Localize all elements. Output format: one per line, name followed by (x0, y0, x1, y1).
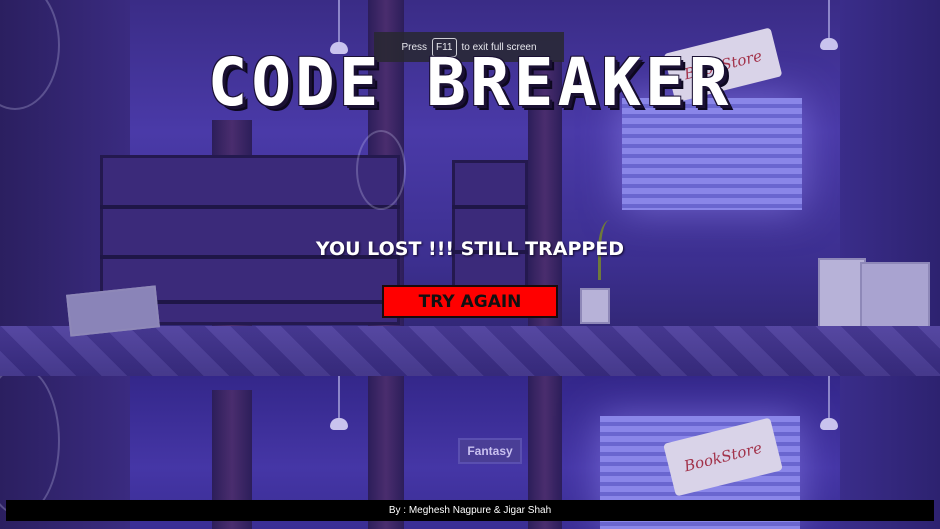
credits-footer: By : Meghesh Nagpure & Jigar Shah (6, 500, 934, 521)
fantasy-shelf-label: Fantasy (458, 438, 522, 464)
game-title: CODE BREAKER (207, 44, 733, 121)
try-again-button[interactable]: TRY AGAIN (382, 285, 558, 318)
credits-text: By : Meghesh Nagpure & Jigar Shah (388, 505, 552, 516)
game-over-message: YOU LOST !!! STILL TRAPPED (315, 238, 625, 260)
